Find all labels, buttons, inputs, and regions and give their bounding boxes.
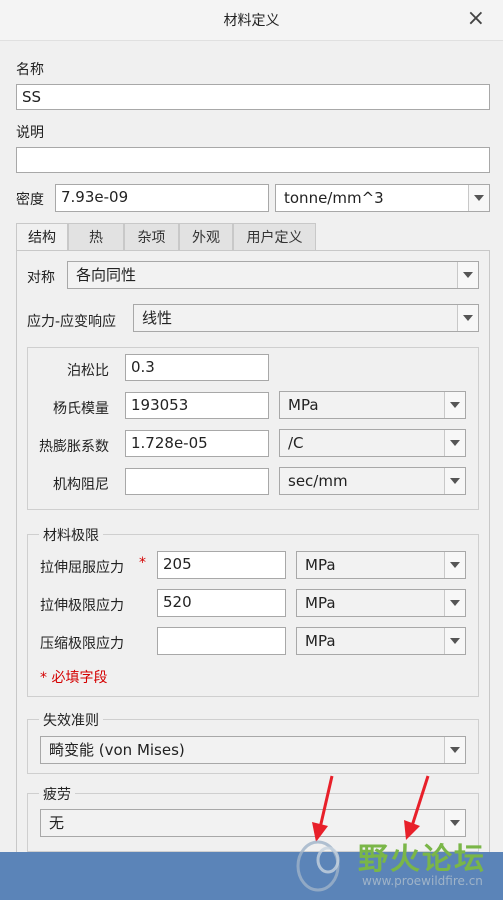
compressive-ultimate-input[interactable] [157, 627, 286, 655]
tensile-ultimate-unit-select[interactable]: MPa [296, 589, 466, 617]
chevron-down-icon [444, 430, 465, 456]
damping-unit-value: sec/mm [288, 472, 348, 490]
thermal-expansion-unit-value: /C [288, 434, 304, 452]
material-definition-dialog: 材料定义 × 名称 SS 说明 密度 7.93e-09 tonne/mm^3 结… [0, 0, 503, 870]
symmetry-label: 对称 [27, 270, 55, 286]
failure-criterion-value: 畸变能 (von Mises) [49, 741, 185, 759]
thermal-expansion-unit-select[interactable]: /C [279, 429, 466, 457]
damping-unit-select[interactable]: sec/mm [279, 467, 466, 495]
failure-criterion-select[interactable]: 畸变能 (von Mises) [40, 736, 466, 764]
tensile-ultimate-unit-value: MPa [305, 594, 336, 612]
name-input[interactable]: SS [16, 84, 490, 110]
description-input[interactable] [16, 147, 490, 173]
tensile-yield-unit-select[interactable]: MPa [296, 551, 466, 579]
chevron-down-icon [444, 392, 465, 418]
young-modulus-input[interactable]: 193053 [125, 392, 269, 419]
failure-criterion-title: 失效准则 [39, 710, 103, 730]
tensile-ultimate-label: 拉伸极限应力 [40, 598, 124, 614]
compressive-ultimate-unit-value: MPa [305, 632, 336, 650]
compressive-ultimate-label: 压缩极限应力 [40, 636, 124, 652]
density-unit-value: tonne/mm^3 [284, 189, 384, 207]
poisson-input[interactable]: 0.3 [125, 354, 269, 381]
damping-input[interactable] [125, 468, 269, 495]
damping-label: 机构阻尼 [53, 477, 109, 493]
symmetry-value: 各向同性 [76, 266, 137, 284]
close-icon[interactable]: × [467, 6, 485, 31]
watermark-text: 野火论坛 [358, 842, 486, 877]
tab-user-defined[interactable]: 用户定义 [233, 223, 316, 251]
tab-thermal[interactable]: 热 [68, 223, 124, 251]
symmetry-select[interactable]: 各向同性 [67, 261, 479, 289]
compressive-ultimate-unit-select[interactable]: MPa [296, 627, 466, 655]
chevron-down-icon [457, 305, 478, 331]
young-modulus-unit-select[interactable]: MPa [279, 391, 466, 419]
fatigue-value: 无 [49, 814, 65, 832]
required-field-note: * 必填字段 [40, 670, 108, 686]
density-unit-select[interactable]: tonne/mm^3 [275, 184, 490, 212]
description-label: 说明 [16, 125, 44, 141]
young-modulus-label: 杨氏模量 [53, 401, 109, 417]
tensile-ultimate-input[interactable]: 520 [157, 589, 286, 617]
chevron-down-icon [444, 628, 465, 654]
watermark-logo-icon [296, 840, 340, 892]
dialog-title: 材料定义 [223, 13, 280, 29]
tab-structure[interactable]: 结构 [16, 223, 68, 252]
chevron-down-icon [468, 185, 489, 211]
stress-strain-select[interactable]: 线性 [133, 304, 479, 332]
chevron-down-icon [444, 737, 465, 763]
density-input[interactable]: 7.93e-09 [55, 184, 269, 212]
chevron-down-icon [444, 552, 465, 578]
material-limits-title: 材料极限 [39, 525, 103, 545]
watermark: 野火论坛 www.proewildfire.cn [290, 828, 503, 900]
name-label: 名称 [16, 62, 44, 78]
watermark-url: www.proewildfire.cn [362, 874, 483, 888]
chevron-down-icon [457, 262, 478, 288]
density-label: 密度 [16, 192, 44, 208]
stress-strain-label: 应力-应变响应 [27, 314, 117, 330]
chevron-down-icon [444, 590, 465, 616]
chevron-down-icon [444, 468, 465, 494]
title-bar: 材料定义 × [0, 0, 503, 41]
tensile-yield-label: 拉伸屈服应力 [40, 560, 124, 576]
poisson-label: 泊松比 [67, 363, 109, 379]
tensile-yield-input[interactable]: 205 [157, 551, 286, 579]
tab-misc[interactable]: 杂项 [124, 223, 179, 251]
tensile-yield-unit-value: MPa [305, 556, 336, 574]
thermal-expansion-input[interactable]: 1.728e-05 [125, 430, 269, 457]
thermal-expansion-label: 热膨胀系数 [39, 439, 109, 455]
required-marker: * [139, 555, 146, 571]
stress-strain-value: 线性 [142, 309, 173, 327]
young-modulus-unit-value: MPa [288, 396, 319, 414]
tab-appearance[interactable]: 外观 [179, 223, 233, 251]
fatigue-title: 疲劳 [39, 784, 75, 804]
